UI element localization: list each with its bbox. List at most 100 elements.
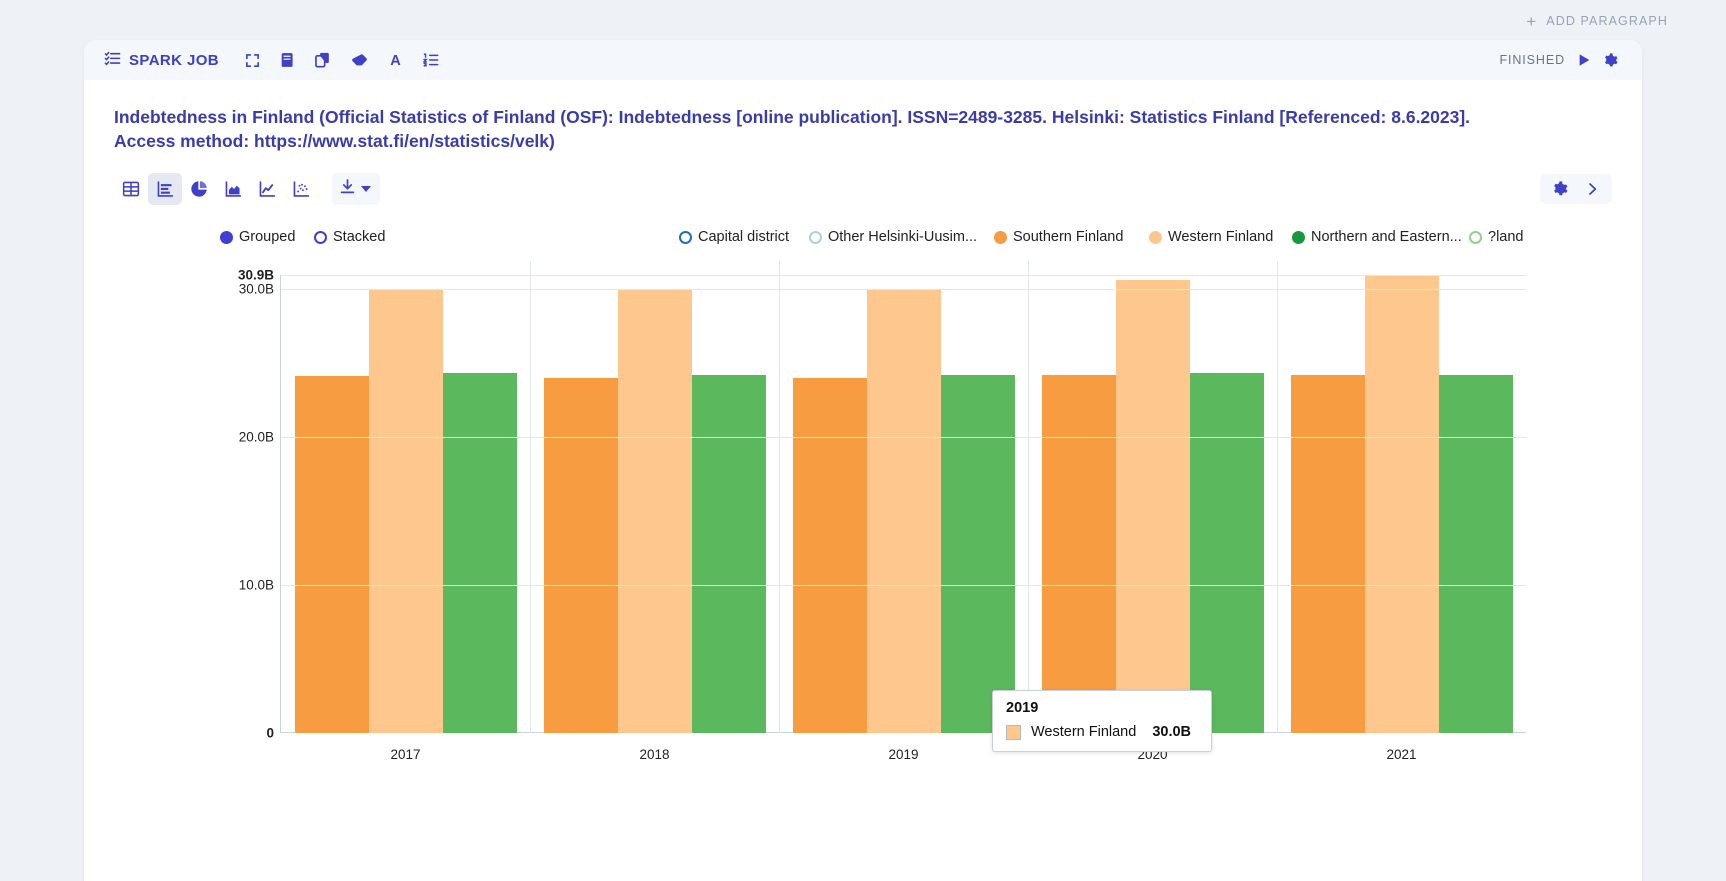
legend-series-southern-finland[interactable]: Southern Finland [994,229,1123,245]
chart-area: 2017 2018 2019 2020 2021 0 10.0B 20.0B 30.0B 30.… [84,261,1642,791]
chart-type-bar[interactable] [148,173,182,206]
bar-group: 2018 [530,261,779,762]
legend-dot [1149,230,1162,244]
card-header: SPARK JOB A FINISHED [84,40,1642,80]
legend-label: Southern Finland [1013,229,1124,246]
legend-dot [1469,230,1482,244]
chart-type-scatter[interactable] [284,173,318,205]
card-header-right: FINISHED [1499,52,1618,68]
bar-group: 2019 [779,261,1028,762]
bar-groups: 2017 2018 2019 2020 2021 [281,261,1526,762]
gridline [281,585,1526,587]
chart-type-line[interactable] [250,173,284,205]
bar[interactable] [1041,374,1116,734]
legend-series-other-helsinki-uusimaa[interactable]: Other Helsinki-Uusim... [809,229,977,245]
legend-series-capital-district[interactable]: Capital district [679,229,789,245]
legend-label: Other Helsinki-Uusim... [828,229,978,246]
x-axis-tick-label: 2018 [639,747,670,763]
legend-row: Grouped Stacked Capital district Other H… [114,227,1612,255]
gridline [281,275,1526,277]
copy-icon[interactable] [315,52,331,68]
settings-icon[interactable] [1603,52,1618,68]
legend-label: Capital district [698,229,790,246]
bar-group: 2017 [281,275,530,762]
group-separator [530,261,531,734]
y-axis-tick-label: 0 [266,725,274,741]
tooltip-series-name: Western Finland [1031,724,1137,741]
legend-series-northern-and-eastern[interactable]: Northern and Eastern... [1292,229,1462,245]
group-separator [779,261,780,734]
book-icon[interactable] [280,52,295,68]
legend-mode-grouped[interactable]: Grouped [220,229,295,245]
tooltip-title: 2019 [1006,700,1039,717]
legend-label: Stacked [333,229,386,246]
gridline [281,288,1526,290]
plus-icon: + [1526,11,1538,31]
legend-label: Grouped [239,229,296,246]
font-icon[interactable]: A [388,52,403,68]
chart-type-table[interactable] [114,173,148,205]
bar[interactable] [442,373,517,734]
legend-dot [1292,230,1305,244]
legend-dot [220,230,233,244]
chart-toolbar [114,173,1612,206]
bar[interactable] [1290,374,1365,734]
x-axis-tick-label: 2021 [1386,747,1417,763]
spark-job-brand[interactable]: SPARK JOB [104,50,219,71]
chevron-down-icon [361,186,371,193]
chart-actions [1540,174,1612,205]
status-badge: FINISHED [1499,53,1565,67]
bar[interactable] [1364,275,1439,734]
checklist-icon [104,50,121,71]
chevron-right-icon[interactable] [1578,178,1606,200]
download-button[interactable] [332,173,380,206]
viz-title: Indebtedness in Finland (Official Statis… [114,107,1471,151]
tooltip-color-swatch [1006,724,1021,740]
bar[interactable] [866,288,941,734]
legend-series-western-finland[interactable]: Western Finland [1149,229,1273,245]
top-bar: + ADD PARAGRAPH [0,0,1726,42]
y-axis-tick-label: 20.0B [238,429,274,445]
add-paragraph-button[interactable]: + ADD PARAGRAPH [1526,13,1668,30]
header-tool-group: A [245,52,439,68]
legend-mode-stacked[interactable]: Stacked [314,229,385,245]
bar[interactable] [940,374,1015,734]
bar[interactable] [617,290,692,734]
bar[interactable] [1189,373,1264,734]
chart-type-pie[interactable] [182,173,216,205]
chart-type-group [114,173,318,206]
fullscreen-icon[interactable] [245,53,260,68]
y-axis-tick-label: 10.0B [238,577,274,593]
legend-dot [314,230,327,244]
chart-tooltip: 2019 Western Finland 30.0B [992,690,1212,753]
bar[interactable] [294,376,369,734]
bar[interactable] [368,290,443,734]
group-separator [1028,261,1029,734]
legend-label: Western Finland [1168,229,1274,246]
eraser-icon[interactable] [351,53,368,68]
tooltip-row: Western Finland 30.0B [1006,724,1198,740]
y-axis-tick-label: 30.9B [237,267,274,283]
legend-dot [679,230,692,244]
bar-group: 2021 [1277,261,1526,762]
legend-label: ?land [1488,229,1524,246]
bar[interactable] [1438,374,1513,734]
bar[interactable] [691,374,766,734]
legend-series-aland[interactable]: ?land [1469,229,1523,245]
legend-dot [994,230,1007,244]
legend-dot [809,230,822,244]
y-axis-tick-label: 30.0B [238,281,274,297]
ordered-list-icon[interactable] [423,52,439,68]
download-icon [339,178,356,200]
settings-icon[interactable] [1546,178,1574,200]
bar[interactable] [543,377,618,734]
x-axis-tick-label: 2017 [390,747,421,763]
brand-label: SPARK JOB [129,51,220,69]
note-card: SPARK JOB A FINISHED Indebtedness in Fin… [84,40,1642,881]
x-axis-tick-label: 2019 [888,747,919,763]
chart-type-area[interactable] [216,173,250,205]
run-icon[interactable] [1577,53,1591,67]
bar[interactable] [792,377,867,734]
page-root: + ADD PARAGRAPH SPARK JOB A FINISHED Ind… [0,0,1726,881]
bar[interactable] [1115,279,1190,734]
